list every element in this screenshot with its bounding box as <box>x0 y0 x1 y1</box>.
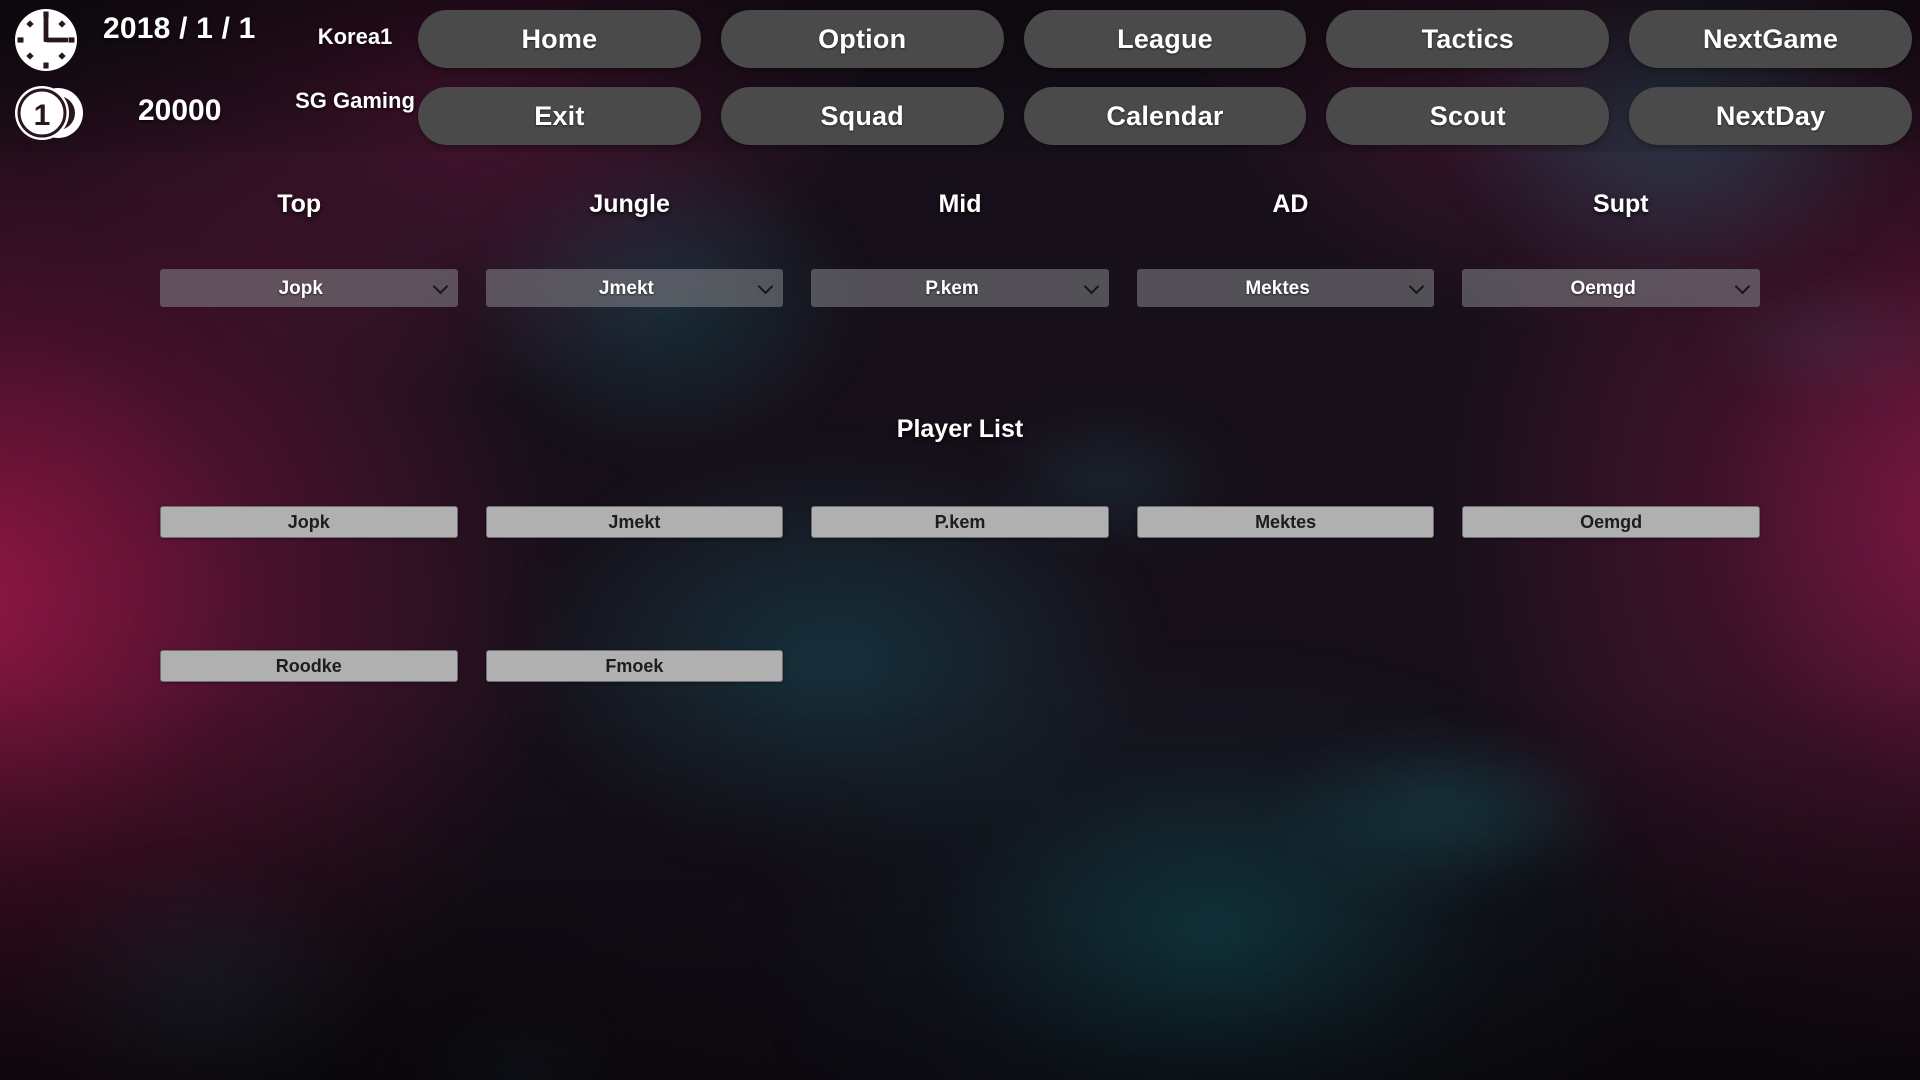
league-name: Korea1 <box>317 24 393 49</box>
coin-icon: 1 <box>15 86 83 140</box>
nav-button-exit[interactable]: Exit <box>418 87 701 145</box>
nav-button-nextday[interactable]: NextDay <box>1629 87 1912 145</box>
money-amount: 20000 <box>138 94 222 127</box>
nav-button-home[interactable]: Home <box>418 10 701 68</box>
player-list-item[interactable]: P.kem <box>811 506 1109 538</box>
player-list-section: Player List Jopk Jmekt P.kem Mektes Oemg… <box>0 415 1920 682</box>
game-date: 2018 / 1 / 1 <box>103 12 256 45</box>
role-label-top: Top <box>277 190 322 218</box>
player-list-item[interactable]: Roodke <box>160 650 458 682</box>
nav-button-tactics[interactable]: Tactics <box>1326 10 1610 68</box>
slot-select-jungle[interactable]: JopkJmektP.kemMektesOemgdRoodkeFmoek <box>485 269 784 307</box>
nav-button-option[interactable]: Option <box>720 10 1004 68</box>
role-select-row: JopkJmektP.kemMektesOemgdRoodkeFmoek Jop… <box>0 269 1920 307</box>
svg-text:1: 1 <box>34 99 51 132</box>
nav-button-nextgame[interactable]: NextGame <box>1629 10 1912 68</box>
role-label-row: Top Jungle Mid AD Supt <box>0 190 1920 236</box>
slot-select-top[interactable]: JopkJmektP.kemMektesOemgdRoodkeFmoek <box>160 269 458 307</box>
player-list-title: Player List <box>896 415 1024 443</box>
slot-select-supt[interactable]: JopkJmektP.kemMektesOemgdRoodkeFmoek <box>1462 269 1760 307</box>
role-label-mid: Mid <box>938 190 982 218</box>
status-block: 1 2018 / 1 / 1 20000 Korea1 SG Gaming <box>0 0 420 152</box>
player-list-item[interactable]: Jopk <box>160 506 458 538</box>
clock-icon <box>15 9 77 71</box>
nav-button-calendar[interactable]: Calendar <box>1023 87 1307 145</box>
slot-dropdown-mid[interactable]: JopkJmektP.kemMektesOemgdRoodkeFmoek <box>811 269 1109 307</box>
top-bar: 1 2018 / 1 / 1 20000 Korea1 SG Gaming Ho… <box>0 0 1920 152</box>
slot-dropdown-top[interactable]: JopkJmektP.kemMektesOemgdRoodkeFmoek <box>160 269 458 307</box>
slot-dropdown-supt[interactable]: JopkJmektP.kemMektesOemgdRoodkeFmoek <box>1462 269 1760 307</box>
slot-dropdown-ad[interactable]: JopkJmektP.kemMektesOemgdRoodkeFmoek <box>1136 269 1435 307</box>
navigation-menu: Home Option League Tactics NextGame Exit… <box>418 10 1912 146</box>
player-list-item[interactable]: Mektes <box>1136 506 1435 538</box>
roster-section: Top Jungle Mid AD Supt Jopk Jmekt P.kem Mek… <box>0 190 1920 307</box>
team-name: SG Gaming <box>295 88 415 113</box>
role-label-jungle: Jungle <box>589 190 670 218</box>
role-label-ad: AD <box>1272 190 1309 218</box>
player-list-grid: Jopk Jmekt P.kem Mektes Oemgd Roodke Fmo… <box>0 506 1920 682</box>
nav-button-league[interactable]: League <box>1023 10 1307 68</box>
nav-button-scout[interactable]: Scout <box>1326 87 1610 145</box>
player-list-item[interactable]: Jmekt <box>485 506 784 538</box>
slot-select-ad[interactable]: JopkJmektP.kemMektesOemgdRoodkeFmoek <box>1136 269 1435 307</box>
game-screen: 1 2018 / 1 / 1 20000 Korea1 SG Gaming Ho… <box>0 0 1920 1080</box>
player-list-item[interactable]: Oemgd <box>1462 506 1760 538</box>
nav-button-squad[interactable]: Squad <box>720 87 1004 145</box>
player-list-item[interactable]: Fmoek <box>485 650 784 682</box>
slot-select-mid[interactable]: JopkJmektP.kemMektesOemgdRoodkeFmoek <box>811 269 1109 307</box>
slot-dropdown-jungle[interactable]: JopkJmektP.kemMektesOemgdRoodkeFmoek <box>485 269 784 307</box>
nav-row-secondary: Exit Squad Calendar Scout NextDay <box>418 87 1912 145</box>
nav-row-primary: Home Option League Tactics NextGame <box>418 10 1912 68</box>
role-label-supt: Supt <box>1593 190 1649 218</box>
